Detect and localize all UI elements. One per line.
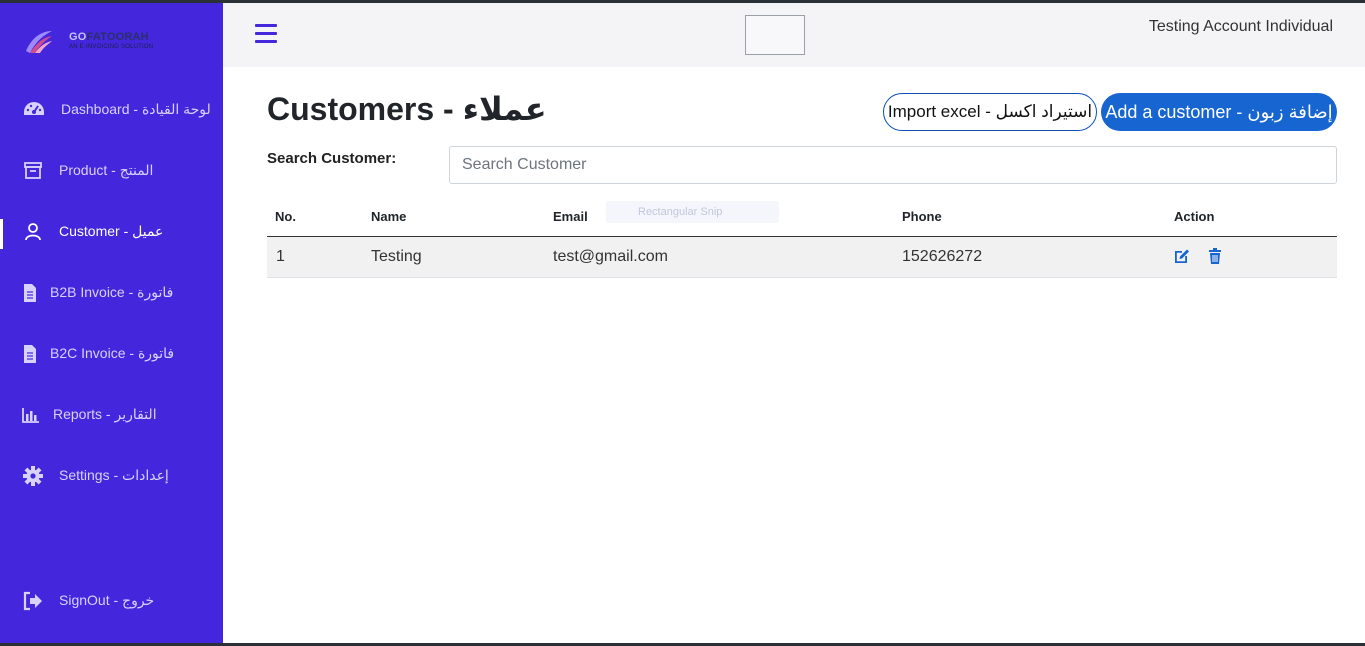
document-icon (24, 284, 36, 302)
sidebar-item-label: Settings - إعدادات (59, 467, 169, 483)
brand-subtitle: AN E-INVOICING SOLUTION (69, 44, 154, 50)
sidebar-item-label: B2B Invoice - فاتورة (50, 284, 174, 300)
column-header-no[interactable]: No. (275, 209, 296, 224)
table-header: No. Name Email Phone Action (267, 198, 1337, 237)
sidebar-item-label: Product - المنتج (59, 162, 154, 178)
sidebar: GOFATOORAH AN E-INVOICING SOLUTION Dashb… (0, 3, 223, 643)
cell-email: test@gmail.com (553, 248, 668, 265)
cell-phone: 152626272 (902, 248, 983, 265)
search-input[interactable] (449, 146, 1337, 184)
hamburger-menu-icon[interactable] (255, 24, 277, 44)
column-header-email[interactable]: Email (553, 209, 588, 224)
account-name[interactable]: Testing Account Individual (1149, 18, 1333, 36)
logo-swoosh-icon (26, 31, 52, 53)
gear-icon (23, 466, 43, 486)
archive-box-icon (24, 162, 42, 179)
sidebar-item-label: Dashboard - لوحة القيادة (61, 101, 211, 117)
sidebar-item-b2c-invoice[interactable]: B2C Invoice - فاتورة (0, 334, 223, 374)
sidebar-item-settings[interactable]: Settings - إعدادات (0, 456, 223, 496)
sidebar-item-label: SignOut - خروج (59, 592, 155, 608)
user-icon (25, 223, 41, 241)
sidebar-item-reports[interactable]: Reports - التقارير (0, 395, 223, 435)
header-logo-placeholder (745, 15, 805, 55)
top-bar: Testing Account Individual (223, 3, 1365, 67)
customers-table: No. Name Email Phone Action 1 Testing te… (267, 198, 1337, 278)
sidebar-item-label: Reports - التقارير (53, 406, 157, 422)
column-header-action: Action (1174, 209, 1215, 224)
column-header-name[interactable]: Name (371, 209, 406, 224)
brand-title: GOFATOORAH (69, 31, 149, 43)
column-header-phone[interactable]: Phone (902, 209, 942, 224)
trash-icon[interactable] (1206, 247, 1224, 265)
add-customer-button[interactable]: Add a customer - إضافة زبون (1101, 93, 1337, 131)
page-title: Customers - عملاء (267, 91, 547, 127)
sidebar-item-signout[interactable]: SignOut - خروج (0, 581, 223, 621)
document-icon (24, 345, 36, 363)
brand-logo[interactable]: GOFATOORAH AN E-INVOICING SOLUTION (24, 27, 184, 59)
sign-out-icon (23, 591, 42, 611)
import-excel-button[interactable]: Import excel - استيراد اكسل (883, 93, 1097, 131)
sidebar-item-b2b-invoice[interactable]: B2B Invoice - فاتورة (0, 273, 223, 313)
sidebar-item-dashboard[interactable]: Dashboard - لوحة القيادة (0, 90, 223, 130)
edit-icon[interactable] (1173, 247, 1191, 265)
sidebar-item-label: B2C Invoice - فاتورة (50, 345, 175, 361)
bar-chart-icon (22, 408, 39, 423)
search-label: Search Customer: (267, 150, 397, 167)
dashboard-gauge-icon (24, 102, 44, 115)
table-row[interactable]: 1 Testing test@gmail.com 152626272 (267, 237, 1337, 278)
sidebar-item-product[interactable]: Product - المنتج (0, 151, 223, 191)
cell-no: 1 (276, 248, 285, 265)
cell-name: Testing (371, 248, 422, 265)
sidebar-item-label: Customer - عميل (59, 223, 164, 239)
sidebar-item-customer[interactable]: Customer - عميل (0, 212, 223, 252)
